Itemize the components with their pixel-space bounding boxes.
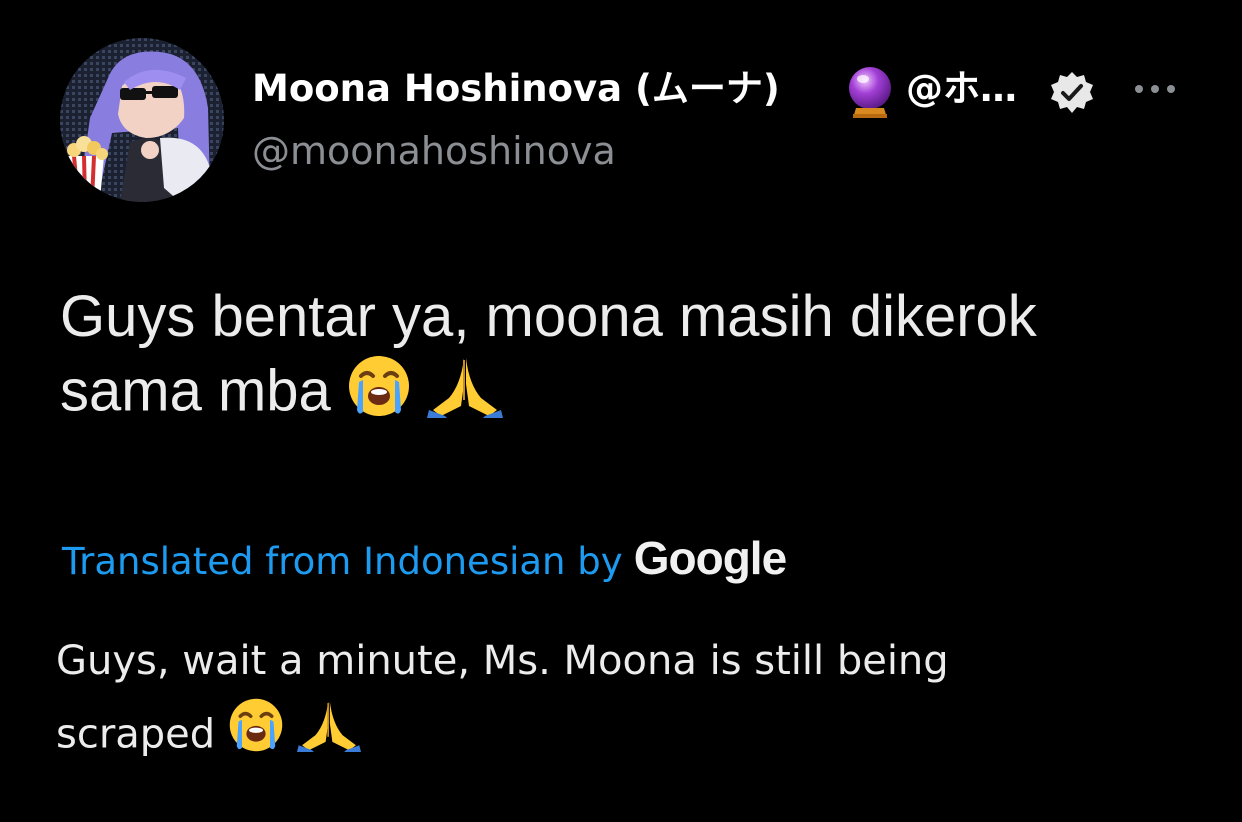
author-display-name-suffix[interactable]: @ホ… bbox=[906, 64, 1017, 114]
author-display-name[interactable]: Moona Hoshinova (ムーナ) bbox=[252, 64, 780, 114]
crystal-ball-icon bbox=[845, 64, 895, 120]
avatar-image bbox=[60, 38, 224, 202]
crying-face-emoji-icon bbox=[347, 354, 411, 436]
translation-attribution: Translated from Indonesian by Google bbox=[62, 528, 787, 599]
tweet-text: Guys bentar ya, moona masih dikerok sama… bbox=[60, 280, 1200, 436]
verified-badge-icon bbox=[1049, 70, 1095, 116]
translated-text-line: scraped bbox=[56, 711, 216, 758]
folded-hands-emoji-icon bbox=[296, 697, 361, 776]
translated-from-link[interactable]: Translated from Indonesian by bbox=[62, 540, 623, 583]
translated-text-line-with-emoji: scraped bbox=[56, 697, 1196, 776]
translated-text-line: Guys, wait a minute, Ms. Moona is still … bbox=[56, 638, 949, 684]
folded-hands-emoji-icon bbox=[427, 354, 504, 436]
author-avatar[interactable] bbox=[60, 38, 224, 202]
tweet-text-line: Guys bentar ya, moona masih dikerok bbox=[60, 284, 1037, 349]
translated-tweet-text: Guys, wait a minute, Ms. Moona is still … bbox=[56, 625, 1196, 776]
more-horizontal-icon bbox=[1135, 85, 1175, 93]
more-options-button[interactable] bbox=[1130, 74, 1180, 104]
google-logo: Google bbox=[633, 532, 787, 584]
tweet-text-line: sama mba bbox=[60, 358, 331, 424]
author-handle[interactable]: @moonahoshinova bbox=[252, 126, 616, 176]
crying-face-emoji-icon bbox=[228, 697, 284, 776]
tweet-text-line-with-emoji: sama mba bbox=[60, 354, 1200, 436]
